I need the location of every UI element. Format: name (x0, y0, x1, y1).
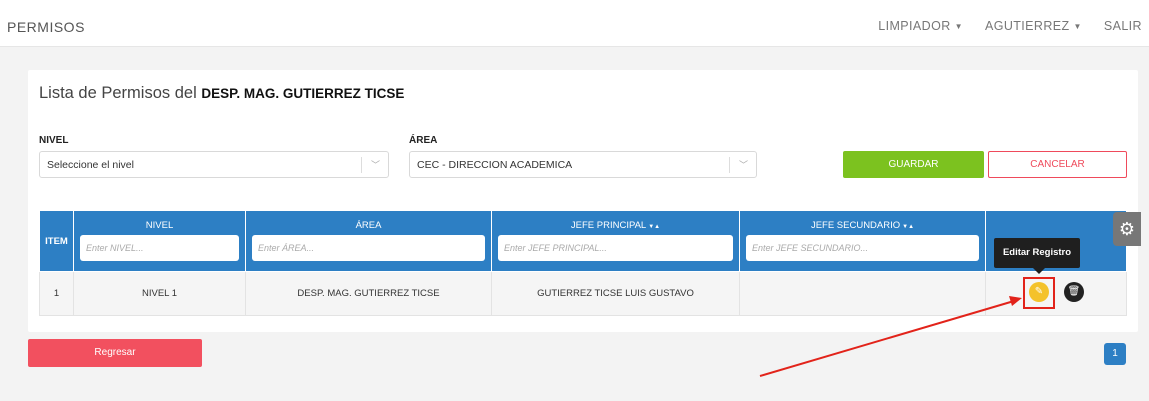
edit-icon: ✎ (1034, 286, 1044, 297)
header-jefe-principal[interactable]: JEFE PRINCIPAL ▼▲ (491, 210, 740, 272)
save-button[interactable]: GUARDAR (843, 151, 984, 178)
nav-item-limpiador[interactable]: LIMPIADOR ▼ (878, 19, 963, 33)
chevron-down-icon: ﹀ (370, 160, 380, 170)
header-area: ÁREA (245, 210, 492, 272)
edit-button[interactable]: ✎ (1029, 282, 1049, 302)
nav-item-salir[interactable]: SALIR (1104, 19, 1142, 33)
chevron-down-icon: ﹀ (738, 160, 748, 170)
permissions-card: Lista de Permisos del DESP. MAG. GUTIERR… (28, 70, 1138, 332)
filter-nivel-input[interactable] (80, 235, 239, 261)
pagination-page-button[interactable]: 1 (1104, 343, 1126, 365)
header-item: ITEM (39, 210, 74, 272)
table-header-row: ITEM NIVEL ÁREA JEFE PRINCIPAL▼▲ JEFE SE… (39, 210, 1127, 272)
header-nivel: NIVEL (73, 210, 246, 272)
brand-title: PERMISOS (7, 19, 85, 35)
cell-area: DESP. MAG. GUTIERREZ TICSE (245, 271, 492, 316)
select-divider (361, 157, 362, 173)
nivel-select-value: Seleccione el nivel (47, 159, 134, 171)
cancel-button[interactable]: CANCELAR (988, 151, 1127, 178)
area-label: ÁREA (409, 135, 438, 146)
nav-item-user[interactable]: AGUTIERREZ ▼ (985, 19, 1082, 33)
nivel-label: NIVEL (39, 135, 69, 146)
table-row: 1 NIVEL 1 DESP. MAG. GUTIERREZ TICSE GUT… (39, 271, 1127, 316)
header-label: JEFE SECUNDARIO ▼▲ (740, 220, 985, 231)
filter-area-input[interactable] (252, 235, 485, 261)
cell-item: 1 (39, 271, 74, 316)
sort-icon[interactable]: ▼▲ (648, 224, 660, 230)
back-button[interactable]: Regresar (28, 339, 202, 367)
settings-tab[interactable]: ⚙ (1113, 212, 1141, 246)
header-label: JEFE PRINCIPAL ▼▲ (492, 220, 739, 231)
gear-icon: ⚙ (1118, 219, 1136, 239)
cell-jefe-secundario (739, 271, 986, 316)
sort-icon[interactable]: ▼▲ (902, 224, 914, 230)
cell-nivel: NIVEL 1 (73, 271, 246, 316)
edit-tooltip: Editar Registro (994, 238, 1080, 268)
header-label: ÁREA (355, 220, 382, 231)
filter-jefe-secundario-input[interactable] (746, 235, 979, 261)
delete-button[interactable]: 🗑 (1064, 282, 1084, 302)
cell-actions (985, 271, 1127, 316)
cell-jefe-principal: GUTIERREZ TICSE LUIS GUSTAVO (491, 271, 740, 316)
title-entity: DESP. MAG. GUTIERREZ TICSE (201, 86, 405, 101)
tooltip-arrow (1033, 268, 1045, 274)
top-navbar: PERMISOS LIMPIADOR ▼ AGUTIERREZ ▼ SALIR (0, 0, 1149, 47)
header-label-text: JEFE SECUNDARIO (810, 220, 901, 231)
header-label: NIVEL (145, 220, 174, 231)
caret-down-icon: ▼ (1073, 22, 1082, 32)
nav-menu: LIMPIADOR ▼ AGUTIERREZ ▼ SALIR (878, 19, 1142, 33)
area-select[interactable]: CEC - DIRECCION ACADEMICA ﹀ (409, 151, 757, 178)
page-title: Lista de Permisos del DESP. MAG. GUTIERR… (39, 84, 404, 103)
area-select-value: CEC - DIRECCION ACADEMICA (417, 159, 573, 171)
nav-item-label: AGUTIERREZ (984, 19, 1070, 33)
trash-icon: 🗑 (1067, 286, 1081, 297)
filter-jefe-principal-input[interactable] (498, 235, 733, 261)
header-jefe-secundario[interactable]: JEFE SECUNDARIO ▼▲ (739, 210, 986, 272)
header-label-text: JEFE PRINCIPAL (570, 220, 647, 231)
select-divider (729, 157, 730, 173)
title-prefix: Lista de Permisos del (39, 84, 202, 102)
nivel-select[interactable]: Seleccione el nivel ﹀ (39, 151, 389, 178)
caret-down-icon: ▼ (954, 22, 963, 32)
permissions-table: ITEM NIVEL ÁREA JEFE PRINCIPAL▼▲ JEFE SE… (39, 210, 1127, 316)
nav-item-label: SALIR (1103, 19, 1142, 33)
nav-item-label: LIMPIADOR (878, 19, 951, 33)
